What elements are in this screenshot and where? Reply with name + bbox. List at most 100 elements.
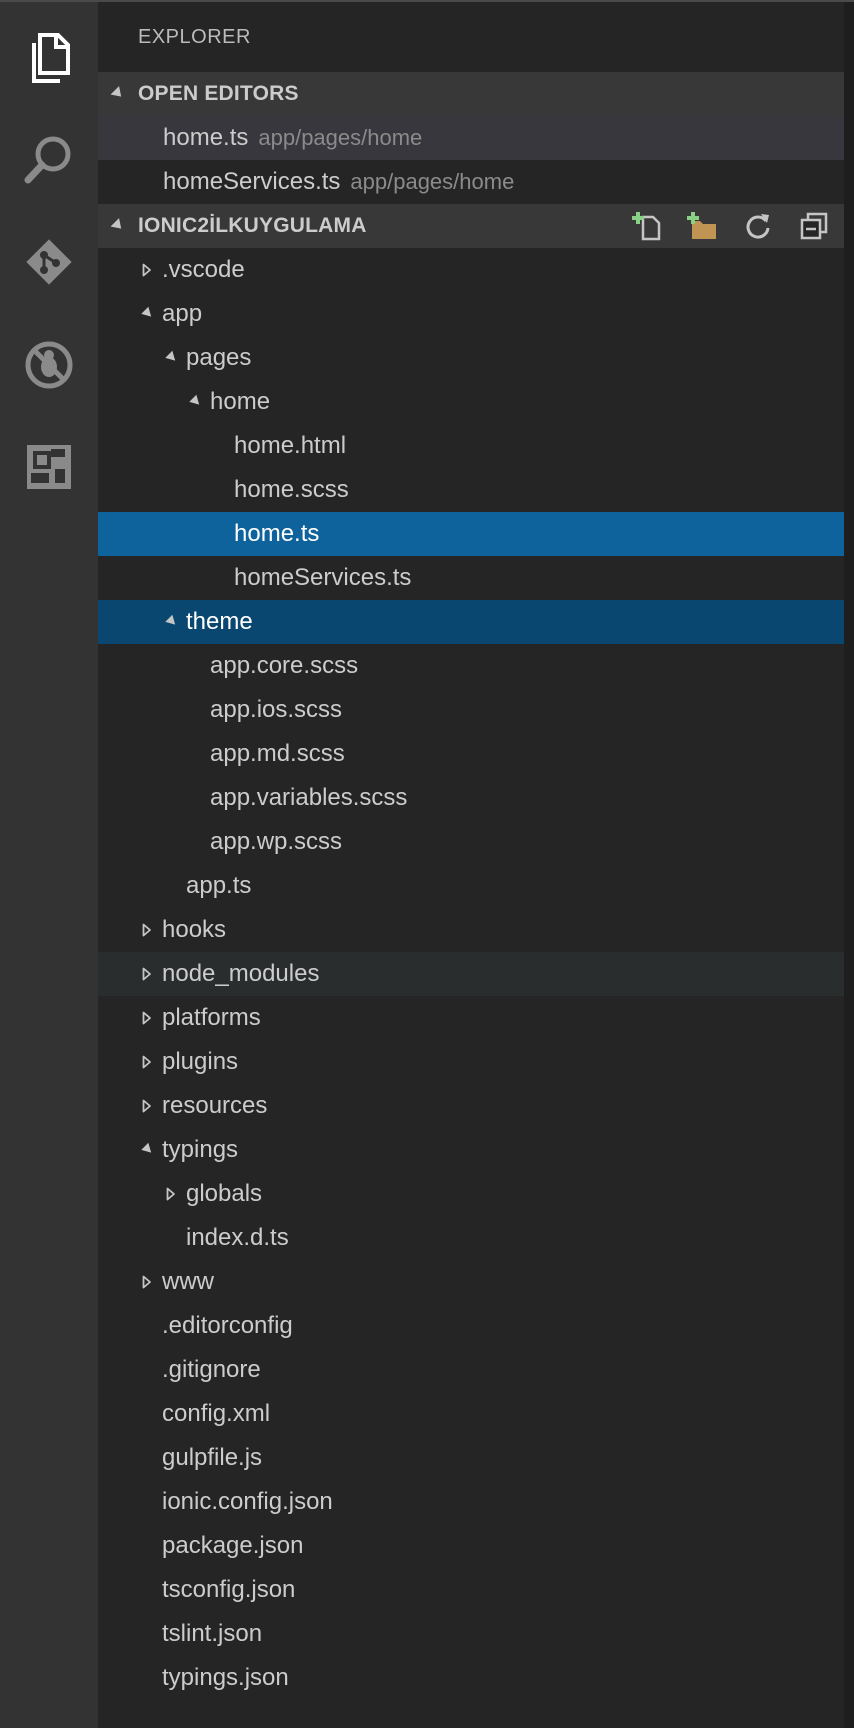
tree-item-label: config.xml: [162, 1400, 271, 1427]
tree-folder[interactable]: pages: [98, 336, 844, 380]
tree-folder[interactable]: www: [98, 1260, 844, 1304]
tree-item-label: app: [162, 300, 203, 327]
explorer-sidebar: EXPLORER OPEN EDITORS home.ts app/pages/h…: [98, 2, 844, 1728]
tree-folder[interactable]: plugins: [98, 1040, 844, 1084]
tree-item-label: app.variables.scss: [210, 784, 408, 811]
tree-folder[interactable]: globals: [98, 1172, 844, 1216]
tree-file[interactable]: .editorconfig: [98, 1304, 844, 1348]
tree-file[interactable]: app.wp.scss: [98, 820, 844, 864]
new-folder-icon[interactable]: [684, 210, 720, 242]
tree-item-label: gulpfile.js: [162, 1444, 263, 1471]
tree-file[interactable]: tsconfig.json: [98, 1568, 844, 1612]
tree-file[interactable]: tslint.json: [98, 1612, 844, 1656]
chevron-right-icon: [142, 967, 151, 981]
tree-folder[interactable]: .vscode: [98, 248, 844, 292]
tree-file[interactable]: app.core.scss: [98, 644, 844, 688]
tree-item-label: resources: [162, 1092, 268, 1119]
project-title: IONIC2İLKUYGULAMA: [138, 214, 367, 237]
chevron-right-icon: [142, 1055, 151, 1069]
tree-file[interactable]: ionic.config.json: [98, 1480, 844, 1524]
git-icon[interactable]: [19, 232, 79, 292]
tree-item-label: tslint.json: [162, 1620, 263, 1647]
open-editor-path: app/pages/home: [350, 169, 515, 194]
tree-item-label: ionic.config.json: [162, 1488, 333, 1515]
tree-item-label: globals: [186, 1180, 263, 1207]
tree-item-label: home: [210, 388, 271, 415]
tree-file[interactable]: config.xml: [98, 1392, 844, 1436]
chevron-down-icon: [110, 86, 126, 101]
tree-file[interactable]: .gitignore: [98, 1348, 844, 1392]
chevron-right-icon: [142, 263, 151, 277]
chevron-right-icon: [142, 1099, 151, 1113]
chevron-down-icon: [141, 1142, 155, 1157]
tree-item-label: node_modules: [162, 960, 320, 987]
scrollbar-track[interactable]: [844, 2, 854, 1728]
tree-file[interactable]: app.ts: [98, 864, 844, 908]
activity-bar: [0, 2, 98, 1728]
tree-folder[interactable]: resources: [98, 1084, 844, 1128]
tree-item-label: package.json: [162, 1532, 304, 1559]
file-tree: .vscode app pages home home.html home.scss hom…: [98, 248, 844, 1700]
tree-item-label: www: [162, 1268, 214, 1295]
tree-folder[interactable]: hooks: [98, 908, 844, 952]
open-editor-item[interactable]: home.ts app/pages/home: [98, 116, 844, 160]
open-editors-title: OPEN EDITORS: [138, 82, 299, 105]
tree-file[interactable]: home.html: [98, 424, 844, 468]
tree-item-label: homeServices.ts: [234, 564, 412, 591]
new-file-icon[interactable]: [628, 210, 664, 242]
tree-folder[interactable]: app: [98, 292, 844, 336]
tree-file[interactable]: homeServices.ts: [98, 556, 844, 600]
project-header[interactable]: IONIC2İLKUYGULAMA: [98, 204, 844, 248]
tree-item-label: typings: [162, 1136, 239, 1163]
tree-item-label: .vscode: [162, 256, 245, 283]
tree-file[interactable]: home.ts: [98, 512, 844, 556]
tree-file[interactable]: typings.json: [98, 1656, 844, 1700]
tree-folder[interactable]: node_modules: [98, 952, 844, 996]
tree-item-label: .gitignore: [162, 1356, 261, 1383]
open-editor-name: home.ts: [163, 124, 249, 151]
tree-file[interactable]: app.md.scss: [98, 732, 844, 776]
chevron-right-icon: [166, 1187, 175, 1201]
tree-item-label: app.core.scss: [210, 652, 359, 679]
search-icon[interactable]: [19, 130, 79, 190]
tree-item-label: plugins: [162, 1048, 239, 1075]
tree-item-label: pages: [186, 344, 252, 371]
tree-file[interactable]: index.d.ts: [98, 1216, 844, 1260]
tree-file[interactable]: gulpfile.js: [98, 1436, 844, 1480]
open-editors-header[interactable]: OPEN EDITORS: [98, 72, 844, 116]
chevron-down-icon: [165, 614, 179, 629]
chevron-right-icon: [142, 1011, 151, 1025]
tree-file[interactable]: package.json: [98, 1524, 844, 1568]
tree-item-label: theme: [186, 608, 253, 635]
tree-folder[interactable]: platforms: [98, 996, 844, 1040]
tree-file[interactable]: app.variables.scss: [98, 776, 844, 820]
tree-file[interactable]: home.scss: [98, 468, 844, 512]
tree-item-label: home.scss: [234, 476, 349, 503]
files-icon[interactable]: [19, 27, 79, 87]
tree-item-label: platforms: [162, 1004, 261, 1031]
explorer-title: EXPLORER: [138, 26, 251, 48]
tree-item-label: index.d.ts: [186, 1224, 289, 1251]
refresh-icon[interactable]: [740, 210, 776, 242]
open-editor-name: homeServices.ts: [163, 168, 341, 195]
tree-folder[interactable]: home: [98, 380, 844, 424]
tree-item-label: app.ts: [186, 872, 252, 899]
tree-file[interactable]: app.ios.scss: [98, 688, 844, 732]
collapse-all-icon[interactable]: [796, 210, 832, 242]
extensions-icon[interactable]: [19, 437, 79, 497]
chevron-down-icon: [189, 394, 203, 409]
tree-item-label: app.wp.scss: [210, 828, 343, 855]
tree-item-label: home.ts: [234, 520, 320, 547]
debug-icon[interactable]: [19, 335, 79, 395]
open-editor-item[interactable]: homeServices.ts app/pages/home: [98, 160, 844, 204]
tree-item-label: home.html: [234, 432, 347, 459]
chevron-down-icon: [141, 306, 155, 321]
tree-folder[interactable]: theme: [98, 600, 844, 644]
chevron-right-icon: [142, 923, 151, 937]
open-editor-path: app/pages/home: [258, 125, 423, 150]
tree-item-label: hooks: [162, 916, 227, 943]
tree-item-label: app.ios.scss: [210, 696, 343, 723]
tree-folder[interactable]: typings: [98, 1128, 844, 1172]
chevron-down-icon: [110, 218, 126, 233]
tree-item-label: tsconfig.json: [162, 1576, 296, 1603]
